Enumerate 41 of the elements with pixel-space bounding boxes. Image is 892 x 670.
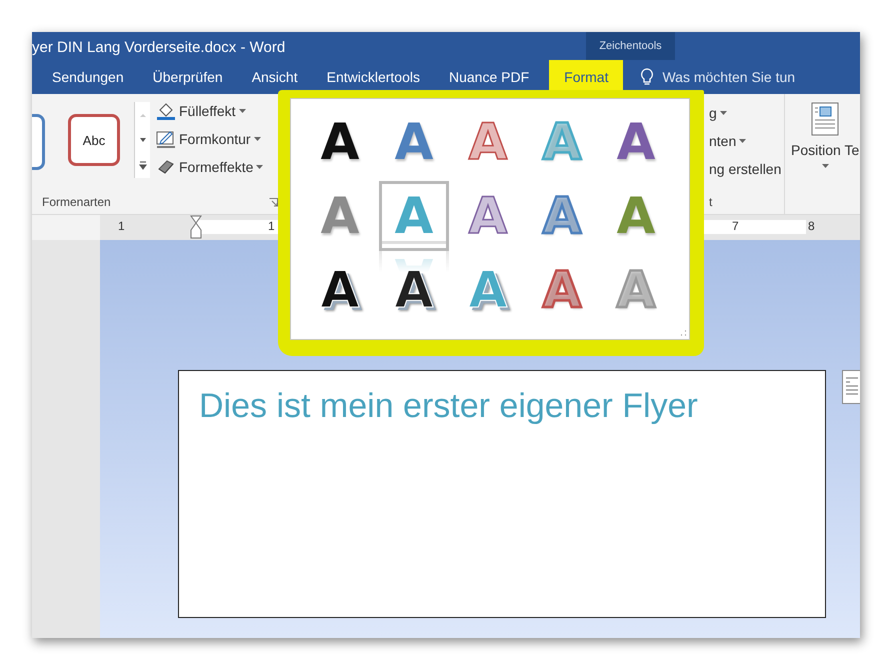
page-picture-icon bbox=[811, 102, 840, 136]
gallery-scrollbar[interactable] bbox=[134, 102, 150, 178]
ribbon-tab[interactable]: Überprüfen bbox=[142, 60, 234, 94]
context-tab-label: Zeichentools bbox=[586, 32, 675, 60]
wordart-style[interactable]: A bbox=[601, 107, 671, 177]
pencil-icon bbox=[156, 129, 176, 149]
ruler-number: 8 bbox=[808, 219, 815, 233]
ribbon-command[interactable]: g bbox=[709, 105, 717, 121]
lightbulb-icon bbox=[640, 68, 654, 86]
ribbon-tab[interactable]: Ansicht bbox=[240, 60, 309, 94]
caret-icon[interactable] bbox=[238, 109, 246, 113]
wordart-style[interactable]: A bbox=[379, 107, 449, 177]
group-label: t bbox=[709, 194, 714, 211]
resize-grip-icon[interactable] bbox=[679, 329, 687, 337]
ribbon-command[interactable]: Formkontur bbox=[179, 131, 251, 147]
shape-style-preview[interactable] bbox=[32, 114, 45, 170]
group-label: Formenarten bbox=[42, 195, 111, 209]
window-title: yer DIN Lang Vorderseite.docx - Word bbox=[32, 39, 286, 58]
dialog-launcher-icon[interactable] bbox=[269, 198, 278, 206]
ribbon-tab[interactable]: Nuance PDF bbox=[438, 60, 540, 94]
shape-style-preview[interactable]: Abc bbox=[68, 114, 120, 166]
ribbon-command[interactable]: Formeffekte bbox=[179, 159, 254, 175]
ribbon-tab[interactable]: Sendungen bbox=[41, 60, 135, 94]
ribbon-command[interactable]: nten bbox=[709, 133, 736, 149]
ribbon-tab[interactable]: Entwicklertools bbox=[316, 60, 431, 94]
wordart-style[interactable]: A bbox=[305, 107, 375, 177]
ribbon-command[interactable]: Fülleffekt bbox=[179, 103, 236, 119]
wordart-text: Dies ist mein erster eigener Flyer bbox=[199, 387, 698, 425]
caret-icon[interactable] bbox=[739, 139, 746, 143]
caret-icon bbox=[822, 164, 829, 168]
ruler-number: 1 bbox=[268, 219, 275, 233]
indent-marker-icon[interactable] bbox=[190, 215, 202, 239]
caret-icon[interactable] bbox=[256, 165, 264, 169]
tell-me-field[interactable]: Was möchten Sie tun bbox=[660, 68, 824, 86]
ruler-number: 1 bbox=[118, 219, 125, 233]
caret-icon[interactable] bbox=[720, 111, 727, 115]
layout-options-icon[interactable] bbox=[842, 370, 860, 404]
position-button[interactable]: Position Te bbox=[785, 94, 860, 214]
caret-icon[interactable] bbox=[254, 137, 261, 141]
ruler-number: 7 bbox=[732, 219, 739, 233]
ribbon-command[interactable]: ng erstellen bbox=[709, 161, 782, 177]
